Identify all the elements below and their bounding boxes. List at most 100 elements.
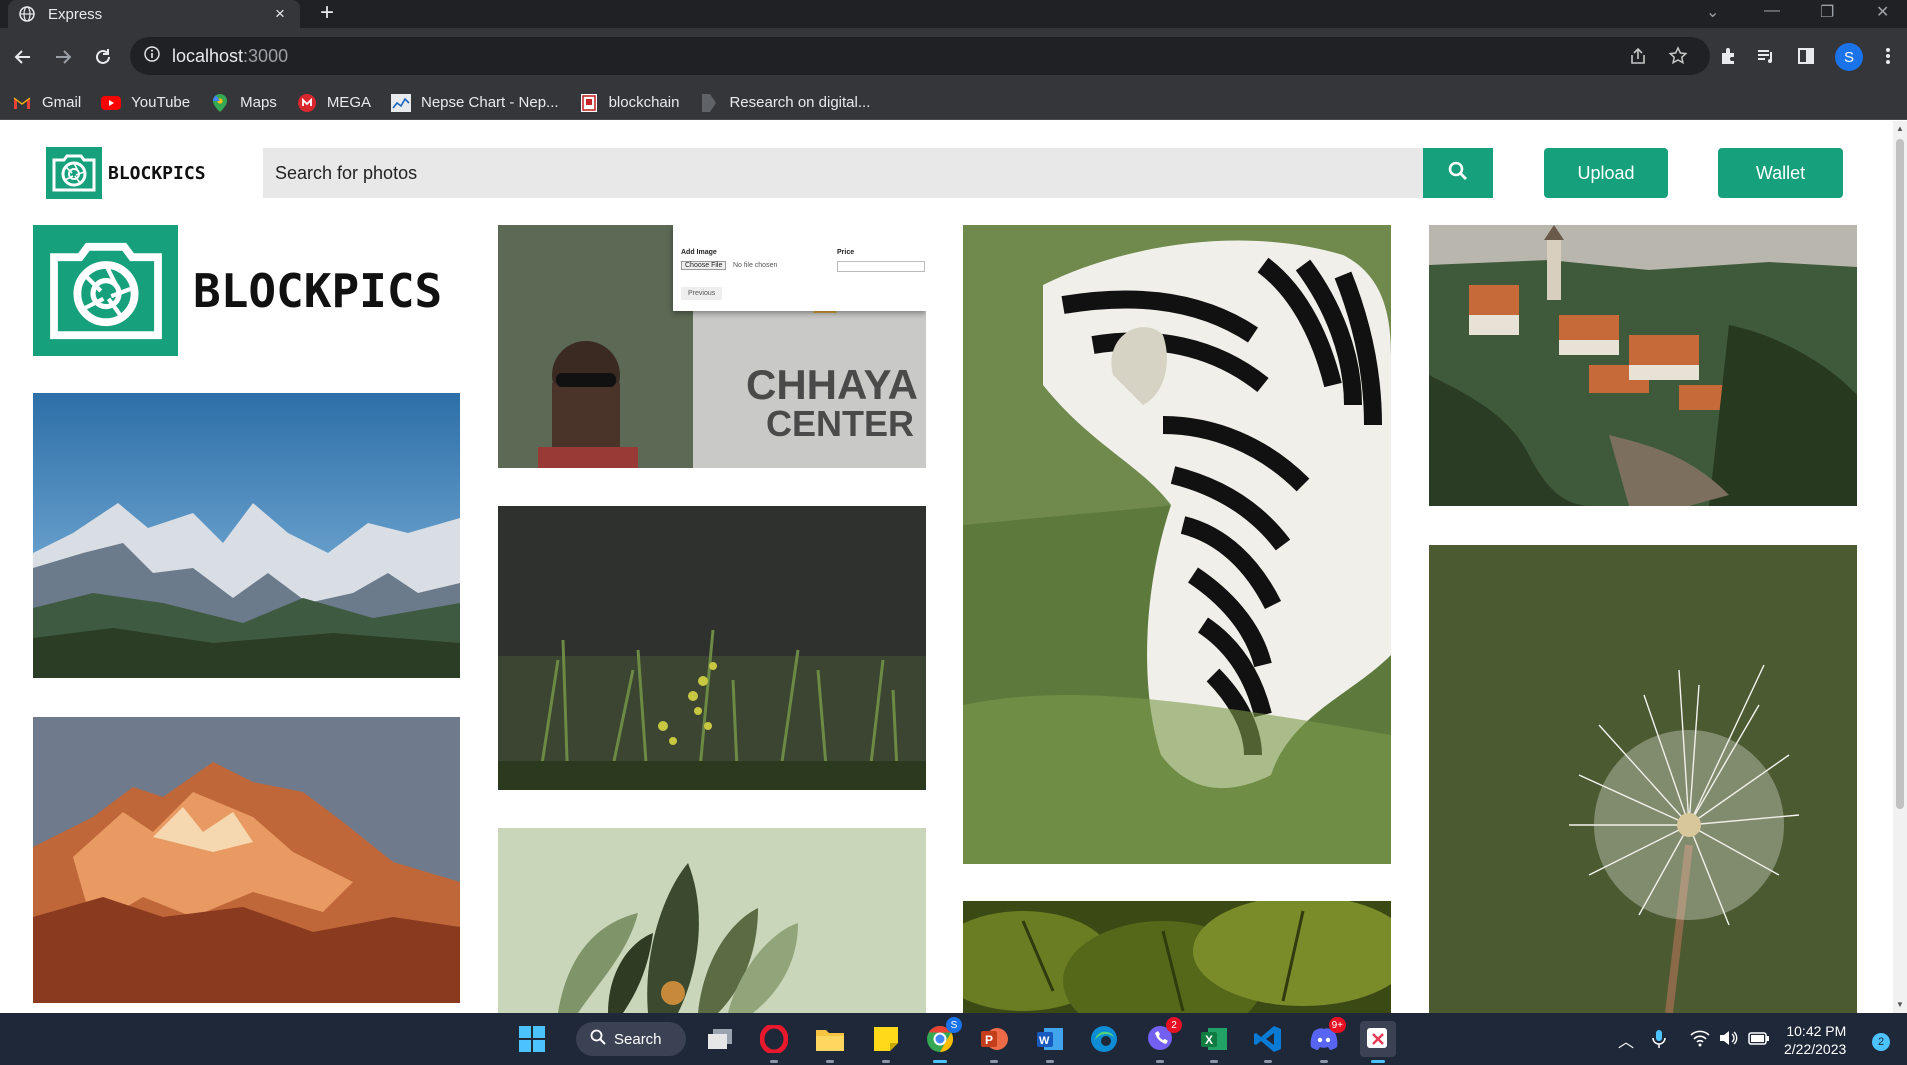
task-view-icon[interactable] xyxy=(702,1021,738,1057)
blockchain-icon xyxy=(579,93,599,112)
edge-icon[interactable] xyxy=(1086,1021,1122,1057)
sticky-notes-icon[interactable] xyxy=(868,1021,904,1063)
close-tab-icon[interactable]: × xyxy=(270,4,290,24)
photo-grass-flowers[interactable] xyxy=(498,506,926,790)
gmail-icon xyxy=(12,94,32,112)
discord-badge: 9+ xyxy=(1328,1017,1346,1033)
photo-cesky-krumlov-town[interactable] xyxy=(1429,225,1857,506)
search-button[interactable] xyxy=(1423,148,1493,198)
wallet-button[interactable]: Wallet xyxy=(1718,148,1843,198)
globe-icon xyxy=(18,5,36,23)
bookmark-nepse[interactable]: Nepse Chart - Nep... xyxy=(391,93,559,112)
restore-icon[interactable]: ❐ xyxy=(1820,2,1834,22)
taskbar-clock[interactable]: 10:42 PM 2/22/2023 xyxy=(1784,1022,1846,1058)
new-tab-button[interactable]: + xyxy=(320,0,334,28)
profile-avatar[interactable]: S xyxy=(1835,43,1863,71)
battery-icon[interactable] xyxy=(1748,1030,1770,1051)
reload-icon[interactable] xyxy=(88,42,118,72)
windows-taskbar: Search S P W 2 X 9+ ︿ 10:42 PM 2/22/2023… xyxy=(0,1013,1907,1065)
browser-toolbar: localhost:3000 S xyxy=(0,28,1907,86)
tab-title: Express xyxy=(48,5,103,23)
upload-button[interactable]: Upload xyxy=(1544,148,1668,198)
bookmark-blockchain[interactable]: blockchain xyxy=(579,93,679,112)
taskbar-search-label: Search xyxy=(614,1030,662,1048)
powerpoint-icon[interactable]: P xyxy=(976,1021,1012,1063)
price-label: Price xyxy=(837,249,855,256)
camera-logo-large-icon xyxy=(33,225,178,356)
page-viewport: BLOCKPICS Upload Wallet BLOCKPICS xyxy=(0,121,1907,1013)
site-header: BLOCKPICS Upload Wallet xyxy=(0,121,1890,201)
share-icon[interactable] xyxy=(1624,42,1652,70)
bookmark-mega[interactable]: MEGA xyxy=(297,93,371,112)
header-logo[interactable]: BLOCKPICS xyxy=(46,147,206,199)
bookmark-star-icon[interactable] xyxy=(1664,42,1692,70)
file-explorer-icon[interactable] xyxy=(812,1021,848,1063)
opera-icon[interactable] xyxy=(756,1021,792,1063)
brand-name: BLOCKPICS xyxy=(108,162,206,184)
discord-icon[interactable]: 9+ xyxy=(1306,1017,1346,1063)
bookmark-maps[interactable]: Maps xyxy=(210,93,277,112)
excel-icon[interactable]: X xyxy=(1196,1021,1232,1063)
photo-zebra[interactable] xyxy=(963,225,1391,864)
notification-badge[interactable]: 2 xyxy=(1872,1033,1890,1051)
search-bar xyxy=(263,148,1493,198)
bookmark-gmail[interactable]: Gmail xyxy=(12,94,81,112)
wifi-icon[interactable] xyxy=(1690,1029,1710,1052)
scroll-down-icon[interactable]: ▼ xyxy=(1896,1000,1904,1010)
scrollbar-thumb[interactable] xyxy=(1896,139,1904,809)
bookmark-research[interactable]: Research on digital... xyxy=(699,93,870,112)
photo-dandelion[interactable] xyxy=(1429,545,1857,1013)
nepse-icon xyxy=(391,93,411,112)
url-port: :3000 xyxy=(243,45,289,66)
no-file-text: No file chosen xyxy=(733,262,778,269)
bookmark-youtube[interactable]: YouTube xyxy=(101,94,190,112)
microphone-icon[interactable] xyxy=(1652,1029,1666,1054)
photo-golden-mountain-peak[interactable] xyxy=(33,717,460,1003)
svg-text:W: W xyxy=(1039,1035,1050,1047)
sign-line1: CHHAYA xyxy=(746,361,918,408)
photo-green-leaves[interactable] xyxy=(963,901,1391,1013)
add-image-label: Add Image xyxy=(681,249,717,256)
taskbar-search[interactable]: Search xyxy=(576,1022,686,1056)
extensions-icon[interactable] xyxy=(1714,42,1742,70)
site-info-icon[interactable] xyxy=(144,45,160,67)
address-bar[interactable]: localhost:3000 xyxy=(130,37,1710,75)
windows-start-icon[interactable] xyxy=(514,1021,550,1057)
brand-banner: BLOCKPICS xyxy=(33,225,442,356)
page-scrollbar[interactable]: ▲ ▼ xyxy=(1893,121,1907,1013)
word-icon[interactable]: W xyxy=(1032,1021,1068,1063)
viber-icon[interactable]: 2 xyxy=(1142,1017,1182,1063)
sign-line2: CENTER xyxy=(766,403,915,444)
research-icon xyxy=(699,93,719,112)
maps-icon xyxy=(210,93,230,112)
viber-badge: 2 xyxy=(1166,1017,1182,1033)
show-hidden-icons-icon[interactable]: ︿ xyxy=(1618,1028,1634,1052)
price-field xyxy=(837,261,925,272)
search-icon xyxy=(590,1029,606,1049)
chrome-icon[interactable]: S xyxy=(922,1017,962,1063)
chrome-profile-badge: S xyxy=(946,1017,962,1033)
close-window-icon[interactable]: ✕ xyxy=(1876,2,1889,22)
snipping-tool-icon[interactable] xyxy=(1360,1021,1396,1063)
media-control-icon[interactable] xyxy=(1752,42,1780,70)
svg-text:P: P xyxy=(985,1033,993,1047)
side-panel-icon[interactable] xyxy=(1792,42,1820,70)
url-host: localhost xyxy=(172,45,244,66)
browser-menu-icon[interactable] xyxy=(1874,42,1902,70)
youtube-icon xyxy=(101,94,122,112)
photo-mountains-blue-sky[interactable] xyxy=(33,393,460,678)
photo-leaf-illustration[interactable] xyxy=(498,828,926,1013)
minimize-icon[interactable]: — xyxy=(1764,2,1780,20)
upload-form-overlay: Add Image Choose File No file chosen Pri… xyxy=(673,225,926,311)
photo-upload-screenshot[interactable]: CHHAYA CENTER Add Image Choose File No f… xyxy=(498,225,926,468)
browser-tab[interactable]: Express × xyxy=(8,0,300,28)
scroll-up-icon[interactable]: ▲ xyxy=(1896,124,1904,134)
forward-icon[interactable] xyxy=(48,42,78,72)
camera-logo-icon xyxy=(46,147,102,199)
vscode-icon[interactable] xyxy=(1250,1021,1286,1063)
search-input[interactable] xyxy=(263,148,1423,198)
clock-date: 2/22/2023 xyxy=(1784,1041,1847,1057)
volume-icon[interactable] xyxy=(1718,1029,1738,1052)
back-icon[interactable] xyxy=(8,42,38,72)
tab-search-chevron-icon[interactable]: ⌄ xyxy=(1706,2,1719,22)
